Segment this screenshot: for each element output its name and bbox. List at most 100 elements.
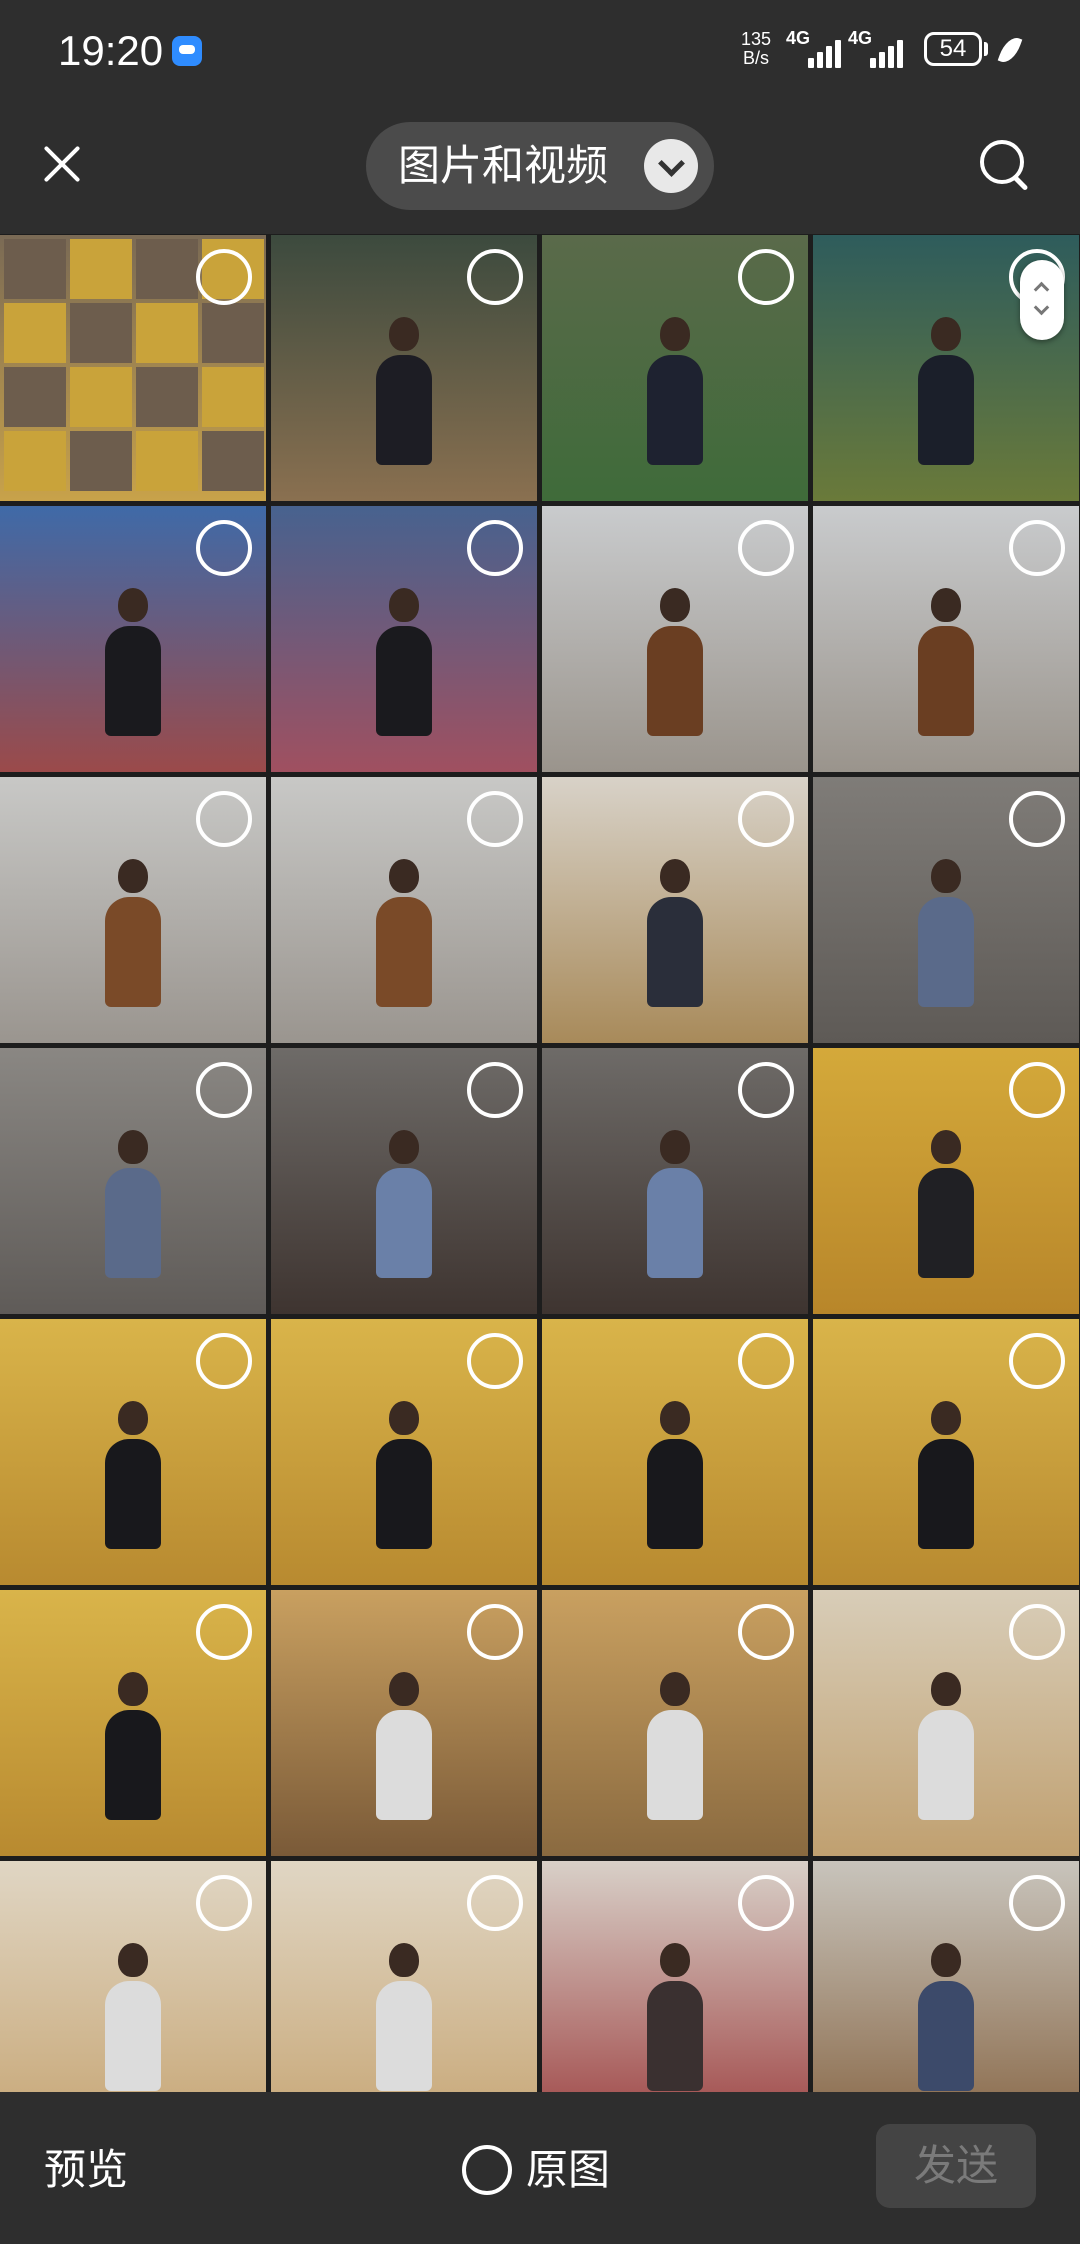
person-head (931, 317, 961, 351)
signal-sim1-icon: 4G (786, 28, 856, 68)
photo-thumbnail[interactable] (271, 506, 537, 772)
select-circle-icon[interactable] (196, 1875, 252, 1931)
select-circle-icon[interactable] (1009, 1875, 1065, 1931)
collage-cell (136, 239, 198, 299)
search-icon[interactable] (974, 136, 1038, 200)
person-head (931, 1130, 961, 1164)
person-figure (105, 1168, 161, 1278)
photo-thumbnail[interactable] (542, 506, 808, 772)
person-head (931, 1672, 961, 1706)
preview-button[interactable]: 预览 (44, 2132, 128, 2208)
radio-unchecked-icon[interactable] (462, 2145, 512, 2195)
select-circle-icon[interactable] (196, 1062, 252, 1118)
photo-thumbnail[interactable] (0, 1590, 266, 1856)
sim2-network-label: 4G (848, 28, 873, 48)
person-head (389, 317, 419, 351)
person-figure (918, 1168, 974, 1278)
person-head (931, 1401, 961, 1435)
select-circle-icon[interactable] (738, 1333, 794, 1389)
network-speed-value: 135 (740, 29, 772, 49)
photo-thumbnail[interactable] (271, 1590, 537, 1856)
collage-cell (70, 239, 132, 299)
select-circle-icon[interactable] (1009, 1333, 1065, 1389)
select-circle-icon[interactable] (738, 1062, 794, 1118)
person-figure (647, 897, 703, 1007)
collage-cell (70, 431, 132, 491)
top-bar: 图片和视频 (0, 100, 1080, 234)
select-circle-icon[interactable] (738, 791, 794, 847)
person-figure (647, 355, 703, 465)
fast-scroll-handle[interactable] (1020, 260, 1064, 340)
photo-thumbnail[interactable] (542, 1861, 808, 2092)
select-circle-icon[interactable] (1009, 791, 1065, 847)
photo-grid[interactable] (0, 234, 1080, 2092)
person-figure (376, 1439, 432, 1549)
select-circle-icon[interactable] (467, 1062, 523, 1118)
photo-thumbnail[interactable] (0, 235, 266, 501)
select-circle-icon[interactable] (738, 249, 794, 305)
photo-thumbnail[interactable] (813, 1861, 1079, 2092)
select-circle-icon[interactable] (738, 1875, 794, 1931)
photo-thumbnail[interactable] (542, 777, 808, 1043)
photo-thumbnail[interactable] (813, 1590, 1079, 1856)
close-icon[interactable] (32, 132, 96, 196)
person-figure (376, 1168, 432, 1278)
collage-cell (4, 239, 66, 299)
collage-cell (4, 431, 66, 491)
person-figure (105, 1981, 161, 2091)
select-circle-icon[interactable] (1009, 1604, 1065, 1660)
photo-thumbnail[interactable] (542, 1319, 808, 1585)
person-figure (376, 1981, 432, 2091)
send-button[interactable]: 发送 (876, 2124, 1036, 2208)
photo-thumbnail[interactable] (271, 1319, 537, 1585)
person-figure (647, 1981, 703, 2091)
select-circle-icon[interactable] (467, 520, 523, 576)
chat-bubble-icon (172, 36, 202, 66)
select-circle-icon[interactable] (467, 1875, 523, 1931)
select-circle-icon[interactable] (738, 520, 794, 576)
select-circle-icon[interactable] (196, 1604, 252, 1660)
select-circle-icon[interactable] (1009, 1062, 1065, 1118)
person-figure (918, 626, 974, 736)
select-circle-icon[interactable] (467, 1604, 523, 1660)
album-selector-button[interactable]: 图片和视频 (366, 122, 714, 210)
photo-thumbnail[interactable] (271, 1861, 537, 2092)
person-head (118, 1130, 148, 1164)
person-figure (647, 1168, 703, 1278)
photo-thumbnail[interactable] (271, 1048, 537, 1314)
photo-thumbnail[interactable] (0, 1861, 266, 2092)
select-circle-icon[interactable] (467, 249, 523, 305)
person-head (660, 1401, 690, 1435)
photo-thumbnail[interactable] (813, 777, 1079, 1043)
select-circle-icon[interactable] (467, 1333, 523, 1389)
photo-thumbnail[interactable] (0, 777, 266, 1043)
photo-thumbnail[interactable] (813, 1319, 1079, 1585)
select-circle-icon[interactable] (196, 520, 252, 576)
photo-thumbnail[interactable] (0, 506, 266, 772)
person-figure (918, 355, 974, 465)
status-bar: 19:20 135 B/s 4G 4G 54 (0, 0, 1080, 100)
photo-thumbnail[interactable] (542, 235, 808, 501)
photo-thumbnail[interactable] (271, 235, 537, 501)
select-circle-icon[interactable] (738, 1604, 794, 1660)
photo-thumbnail[interactable] (813, 506, 1079, 772)
photo-thumbnail[interactable] (813, 1048, 1079, 1314)
select-circle-icon[interactable] (196, 791, 252, 847)
person-figure (918, 1439, 974, 1549)
person-head (660, 588, 690, 622)
photo-thumbnail[interactable] (271, 777, 537, 1043)
select-circle-icon[interactable] (196, 1333, 252, 1389)
person-figure (105, 897, 161, 1007)
bottom-bar: 预览 原图 发送 (0, 2092, 1080, 2244)
photo-thumbnail[interactable] (542, 1590, 808, 1856)
select-circle-icon[interactable] (467, 791, 523, 847)
collage-cell (4, 303, 66, 363)
photo-thumbnail[interactable] (0, 1319, 266, 1585)
photo-thumbnail[interactable] (542, 1048, 808, 1314)
network-speed-unit: B/s (742, 48, 769, 68)
person-figure (376, 897, 432, 1007)
select-circle-icon[interactable] (196, 249, 252, 305)
collage-cell (202, 303, 264, 363)
photo-thumbnail[interactable] (0, 1048, 266, 1314)
select-circle-icon[interactable] (1009, 520, 1065, 576)
